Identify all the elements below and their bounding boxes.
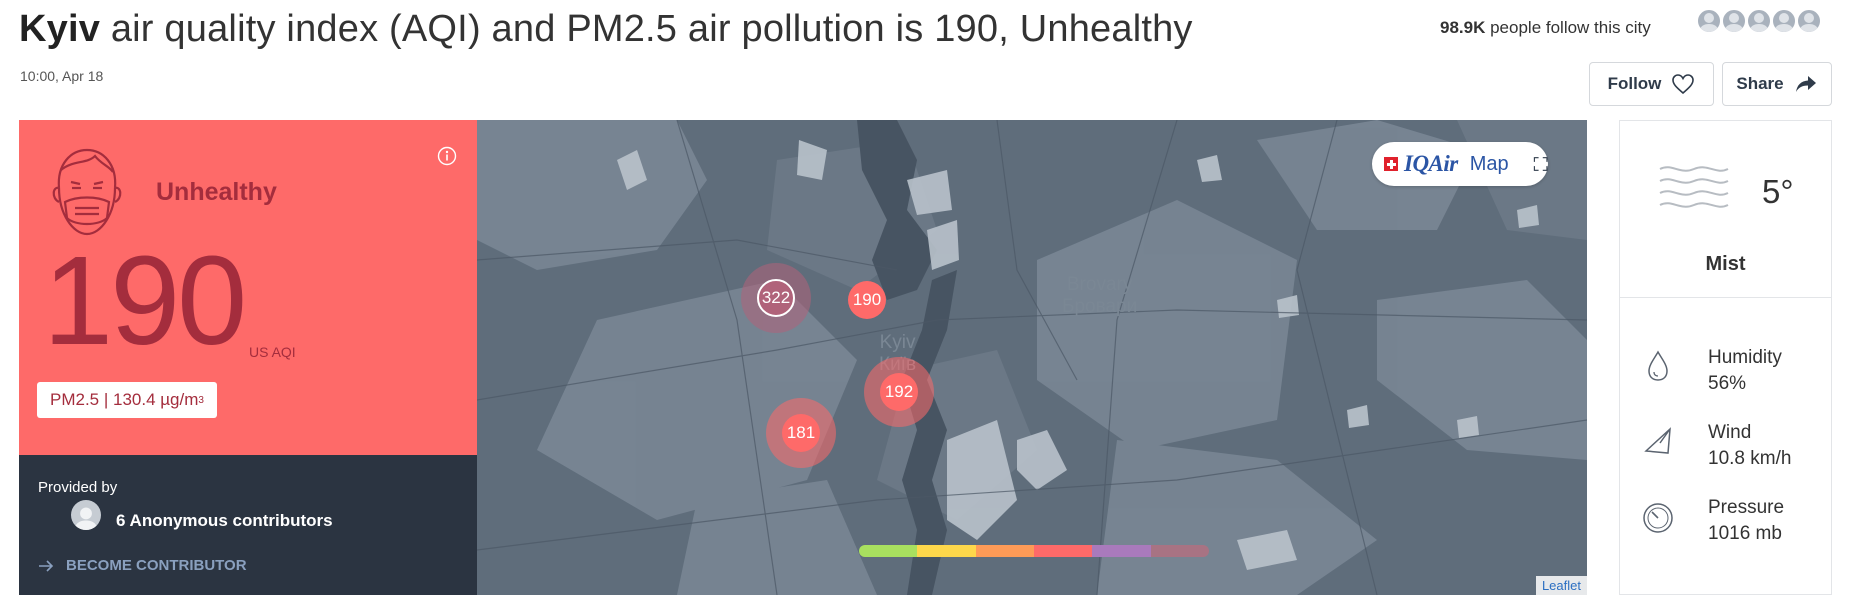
pm25-badge: PM2.5 | 130.4 µg/m 3 [37, 382, 217, 418]
leaflet-attribution[interactable]: Leaflet [1535, 576, 1587, 595]
scale-segment [917, 545, 976, 557]
scale-segment [1150, 545, 1209, 557]
follower-avatar [1796, 8, 1822, 34]
map-label: Map [1469, 152, 1509, 175]
aqi-status: Unhealthy [156, 178, 277, 206]
humidity-label: Humidity [1708, 347, 1782, 368]
followers-number: 98.9K [1440, 18, 1486, 37]
contributor-avatar [71, 500, 101, 530]
aqi-value: 190 [43, 230, 247, 371]
follower-avatar [1696, 8, 1722, 34]
aqi-marker-322[interactable]: 322 [741, 263, 811, 333]
fullscreen-icon[interactable] [1533, 153, 1548, 175]
mask-face-icon [52, 148, 122, 236]
weather-divider [1620, 297, 1831, 298]
brovary-en: Brovary [1066, 274, 1133, 295]
become-contributor-link[interactable]: BECOME CONTRIBUTOR [38, 557, 247, 574]
share-label: Share [1736, 74, 1784, 93]
aqi-marker-181[interactable]: 181 [766, 398, 836, 468]
kyiv-en: Kyiv [879, 332, 916, 353]
scale-segment [1033, 545, 1093, 557]
marker-value: 181 [782, 414, 820, 452]
share-button[interactable]: Share [1722, 62, 1832, 106]
city-name: Kyiv [19, 8, 101, 50]
heart-icon [1672, 74, 1695, 95]
humidity-value: 56% [1708, 373, 1747, 394]
brovary-uk: Бровари [1062, 295, 1138, 317]
scale-segment [975, 545, 1034, 557]
follow-label: Follow [1607, 74, 1662, 93]
pressure-gauge-icon [1643, 503, 1673, 533]
aqi-panel: Unhealthy 190 US AQI PM2.5 | 130.4 µg/m 3 [19, 120, 477, 455]
marker-value: 192 [880, 373, 918, 411]
info-icon[interactable] [437, 146, 457, 166]
humidity-drop-icon [1648, 350, 1668, 381]
wind-value: 10.8 km/h [1708, 448, 1792, 469]
follower-avatar [1721, 8, 1747, 34]
iqair-logo: IQAir [1404, 151, 1458, 176]
temperature: 5° [1762, 173, 1794, 210]
aqi-marker-190[interactable]: 190 [848, 281, 886, 319]
page-title: Kyiv air quality index (AQI) and PM2.5 a… [19, 8, 1193, 51]
follower-avatar [1771, 8, 1797, 34]
share-arrow-icon [1795, 76, 1816, 92]
map-label-brovary: Brovary Бровари [1062, 274, 1137, 318]
scale-segment [1092, 545, 1151, 557]
pressure-value: 1016 mb [1708, 523, 1782, 544]
aqi-unit: US AQI [249, 344, 296, 360]
marker-value: 322 [757, 279, 795, 317]
weather-condition: Mist [1705, 253, 1746, 275]
contributors-panel: Provided by 6 Anonymous contributors BEC… [19, 455, 477, 595]
follower-avatars [1696, 8, 1822, 34]
aqi-marker-192[interactable]: 192 [864, 357, 934, 427]
swiss-flag-icon [1384, 157, 1398, 171]
pressure-label: Pressure [1708, 497, 1785, 518]
wind-direction-icon [1644, 427, 1671, 454]
pm25-unit-sup: 3 [198, 394, 204, 406]
timestamp: 10:00, Apr 18 [20, 68, 104, 84]
arrow-right-icon [39, 559, 54, 572]
wind-label: Wind [1708, 422, 1752, 443]
follow-button[interactable]: Follow [1589, 62, 1714, 106]
weather-panel: 5° Mist Humidity 56% Wind 10.8 km/h Pres… [1619, 120, 1832, 595]
map-terrain [477, 120, 1587, 595]
aqi-scale-bar [859, 545, 1209, 557]
mist-icon [1659, 166, 1729, 208]
become-contributor-label: BECOME CONTRIBUTOR [66, 557, 247, 574]
scale-segment [859, 545, 918, 557]
pm25-value: PM2.5 | 130.4 µg/m [50, 390, 199, 409]
page-title-rest: air quality index (AQI) and PM2.5 air po… [100, 8, 1193, 50]
marker-value: 190 [848, 281, 886, 319]
provided-by-label: Provided by [38, 479, 118, 496]
air-quality-map[interactable]: Brovary Бровари Kyiv Київ 322190192181 I… [477, 120, 1587, 595]
contributors-name[interactable]: 6 Anonymous contributors [116, 511, 333, 531]
followers-text: people follow this city [1485, 18, 1651, 37]
iqair-map-badge[interactable]: IQAir Map [1372, 142, 1548, 186]
followers-count: 98.9K people follow this city [1440, 18, 1651, 38]
follower-avatar [1746, 8, 1772, 34]
